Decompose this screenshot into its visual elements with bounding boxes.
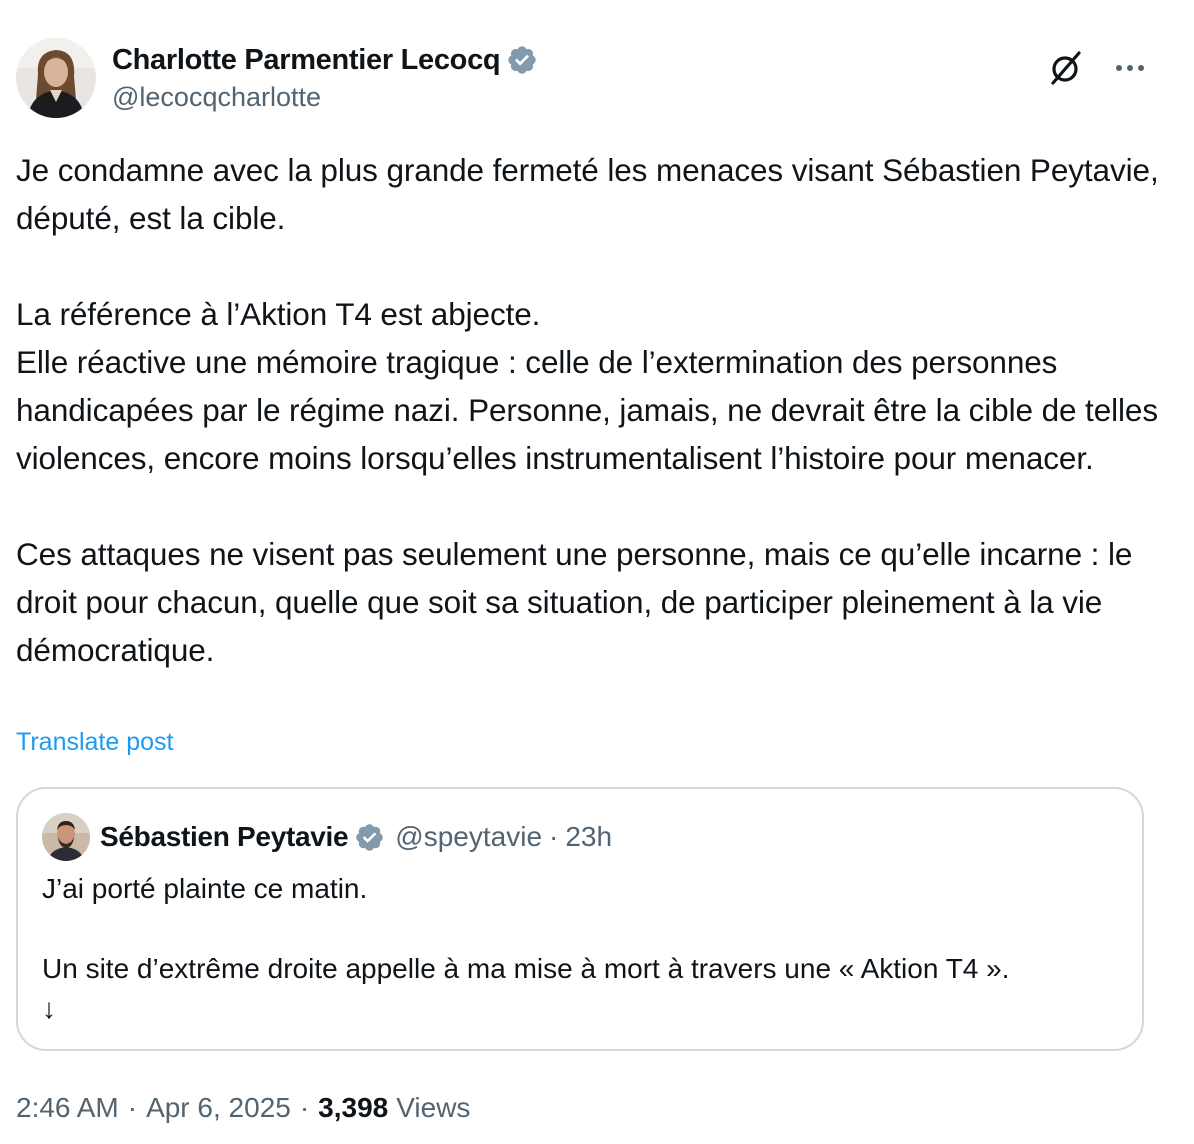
quoted-verified-badge-icon[interactable] (354, 822, 385, 853)
quoted-post-text: J’ai porté plainte ce matin. Un site d’e… (42, 873, 1010, 1024)
quoted-author-display-name[interactable]: Sébastien Peytavie (100, 821, 349, 853)
author-display-name[interactable]: Charlotte Parmentier Lecocq (112, 44, 501, 77)
post-body-text: Je condamne avec la plus grande fermeté … (16, 152, 1159, 668)
quoted-author-avatar[interactable] (42, 813, 90, 861)
grok-icon[interactable] (1046, 48, 1086, 88)
quoted-author-avatar-image (42, 813, 90, 861)
more-options-icon[interactable] (1110, 48, 1150, 88)
views-count: 3,398 (318, 1092, 389, 1123)
post-meta-row: 2:46 AM · Apr 6, 2025 · 3,398 Views (16, 1088, 470, 1128)
author-avatar[interactable] (16, 38, 96, 118)
author-name-row: Charlotte Parmentier Lecocq (112, 40, 538, 80)
post-detail: Charlotte Parmentier Lecocq @lecocqcharl… (0, 0, 1194, 1144)
quoted-separator: · (549, 821, 559, 852)
meta-separator: · (127, 1092, 138, 1123)
quoted-post-header: Sébastien Peytavie @speytavie · 23h (42, 813, 612, 861)
post-header: Charlotte Parmentier Lecocq @lecocqcharl… (16, 38, 1176, 120)
post-date[interactable]: Apr 6, 2025 (146, 1092, 291, 1124)
verified-badge-icon[interactable] (506, 44, 538, 76)
translate-post-link[interactable]: Translate post (16, 728, 173, 757)
author-handle[interactable]: @lecocqcharlotte (112, 82, 321, 113)
views-label: Views (396, 1092, 471, 1123)
author-avatar-image (16, 38, 96, 118)
quoted-post-card[interactable]: Sébastien Peytavie @speytavie · 23h J’ai… (16, 787, 1144, 1051)
meta-separator: · (299, 1092, 310, 1123)
quoted-post-time[interactable]: 23h (565, 821, 612, 853)
quoted-author-handle[interactable]: @speytavie (395, 821, 542, 853)
post-time[interactable]: 2:46 AM (16, 1092, 119, 1124)
